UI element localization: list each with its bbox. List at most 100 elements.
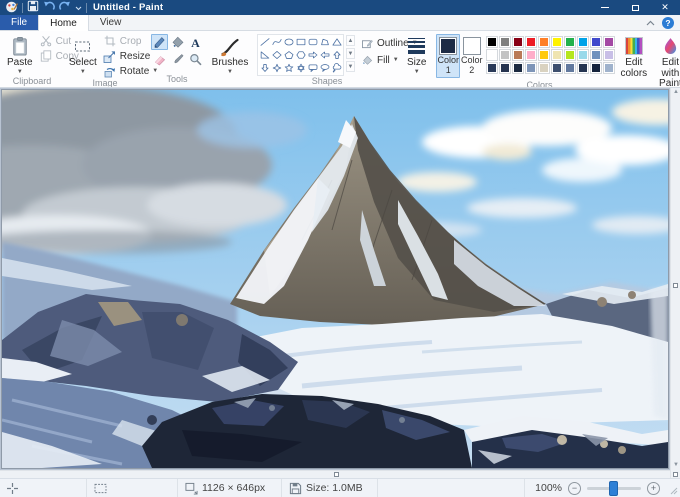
scroll-up-icon[interactable]: ▲ <box>673 89 679 95</box>
palette-swatch-28[interactable] <box>577 62 589 74</box>
select-button[interactable]: Select ▼ <box>67 34 99 76</box>
palette-swatch-25[interactable] <box>538 62 550 74</box>
tab-file[interactable]: File <box>0 15 38 30</box>
palette-swatch-17[interactable] <box>564 49 576 61</box>
shape-rounded-rectangle[interactable] <box>307 36 318 48</box>
shape-star-4[interactable] <box>271 62 282 74</box>
shape-arrow-up[interactable] <box>331 49 342 61</box>
shape-arrow-left[interactable] <box>319 49 330 61</box>
shape-line[interactable] <box>259 36 270 48</box>
palette-swatch-7[interactable] <box>564 36 576 48</box>
palette-swatch-11[interactable] <box>486 49 498 61</box>
palette-swatch-20[interactable] <box>603 49 615 61</box>
palette-swatch-19[interactable] <box>590 49 602 61</box>
canvas-resize-handle-bottom[interactable] <box>334 472 339 477</box>
shape-rectangle[interactable] <box>295 36 306 48</box>
shape-triangle[interactable] <box>331 36 342 48</box>
undo-icon[interactable] <box>43 1 55 15</box>
palette-swatch-4[interactable] <box>525 36 537 48</box>
palette-swatch-23[interactable] <box>512 62 524 74</box>
edit-colors-button[interactable]: Edit colors <box>618 34 649 80</box>
tool-text[interactable]: A <box>187 34 204 50</box>
brushes-button[interactable]: Brushes ▼ <box>210 34 251 76</box>
help-icon[interactable]: ? <box>662 17 674 29</box>
shape-callout-rounded[interactable] <box>307 62 318 74</box>
zoom-slider[interactable] <box>587 487 641 490</box>
palette-swatch-22[interactable] <box>499 62 511 74</box>
zoom-slider-thumb[interactable] <box>609 481 618 496</box>
resize-label: Resize <box>120 51 151 62</box>
shape-star-5[interactable] <box>283 62 294 74</box>
palette-swatch-27[interactable] <box>564 62 576 74</box>
palette-swatch-8[interactable] <box>577 36 589 48</box>
group-clipboard: Paste ▼ Cut Copy Clipboard <box>1 31 63 87</box>
zoom-in-button[interactable]: + <box>647 482 660 495</box>
zoom-out-button[interactable]: − <box>568 482 581 495</box>
palette-swatch-26[interactable] <box>551 62 563 74</box>
shape-arrow-down[interactable] <box>259 62 270 74</box>
tab-home[interactable]: Home <box>38 15 89 31</box>
canvas-resize-handle-right[interactable] <box>673 283 678 288</box>
palette-swatch-3[interactable] <box>512 36 524 48</box>
shape-pentagon[interactable] <box>283 49 294 61</box>
customize-quick-access-icon[interactable] <box>75 2 82 14</box>
tab-view[interactable]: View <box>89 15 133 30</box>
close-button[interactable]: ✕ <box>650 0 680 15</box>
palette-swatch-16[interactable] <box>551 49 563 61</box>
zoom-controls: 100% − + <box>525 479 668 497</box>
shape-diamond[interactable] <box>271 49 282 61</box>
group-shapes: ▲ ▼ ▼ Outline▼ Fill▼ Shapes <box>253 31 401 87</box>
palette-swatch-13[interactable] <box>512 49 524 61</box>
palette-swatch-21[interactable] <box>486 62 498 74</box>
shape-curve[interactable] <box>271 36 282 48</box>
divider <box>86 3 87 13</box>
tool-magnifier[interactable] <box>187 51 204 67</box>
redo-icon[interactable] <box>59 1 71 15</box>
palette-swatch-1[interactable] <box>486 36 498 48</box>
palette-swatch-10[interactable] <box>603 36 615 48</box>
minimize-button[interactable] <box>590 0 620 15</box>
palette-swatch-5[interactable] <box>538 36 550 48</box>
paste-button[interactable]: Paste ▼ <box>5 34 35 76</box>
shape-star-6[interactable] <box>295 62 306 74</box>
canvas-resize-handle-corner[interactable] <box>673 472 678 477</box>
palette-swatch-30[interactable] <box>603 62 615 74</box>
palette-swatch-6[interactable] <box>551 36 563 48</box>
shape-callout-cloud[interactable] <box>331 62 342 74</box>
shapes-scroll-down-icon[interactable]: ▼ <box>346 48 355 59</box>
shape-callout-oval[interactable] <box>319 62 330 74</box>
maximize-button[interactable] <box>620 0 650 15</box>
edit-paint3d-label: Edit with Paint 3D <box>652 58 680 88</box>
shapes-scroll-up-icon[interactable]: ▲ <box>346 35 355 46</box>
star-5-icon <box>284 63 294 73</box>
edit-with-paint3d-button[interactable]: Edit with Paint 3D <box>650 34 680 88</box>
palette-swatch-2[interactable] <box>499 36 511 48</box>
palette-swatch-14[interactable] <box>525 49 537 61</box>
resize-grip[interactable] <box>668 479 680 497</box>
tool-eraser[interactable] <box>151 51 168 67</box>
canvas-painting[interactable] <box>2 90 668 468</box>
palette-swatch-15[interactable] <box>538 49 550 61</box>
shapes-more-icon[interactable]: ▼ <box>346 61 355 72</box>
palette-swatch-18[interactable] <box>577 49 589 61</box>
tool-pencil[interactable] <box>151 34 168 50</box>
shape-arrow-right[interactable] <box>307 49 318 61</box>
save-icon[interactable] <box>27 0 39 15</box>
palette-swatch-24[interactable] <box>525 62 537 74</box>
scroll-down-icon[interactable]: ▼ <box>673 462 679 468</box>
palette-swatch-9[interactable] <box>590 36 602 48</box>
color2-button[interactable]: Color 2 <box>460 34 484 78</box>
size-button[interactable]: Size ▼ <box>405 34 428 76</box>
palette-swatch-29[interactable] <box>590 62 602 74</box>
tool-color-picker[interactable] <box>169 51 186 67</box>
chevron-down-icon: ▼ <box>80 70 86 75</box>
tool-fill[interactable] <box>169 34 186 50</box>
color1-button[interactable]: Color 1 <box>436 34 460 78</box>
arrow-left-icon <box>320 50 330 60</box>
shape-ellipse[interactable] <box>283 36 294 48</box>
shape-polygon[interactable] <box>319 36 330 48</box>
shape-hexagon[interactable] <box>295 49 306 61</box>
collapse-ribbon-icon[interactable] <box>646 17 655 29</box>
palette-swatch-12[interactable] <box>499 49 511 61</box>
shape-right-triangle[interactable] <box>259 49 270 61</box>
